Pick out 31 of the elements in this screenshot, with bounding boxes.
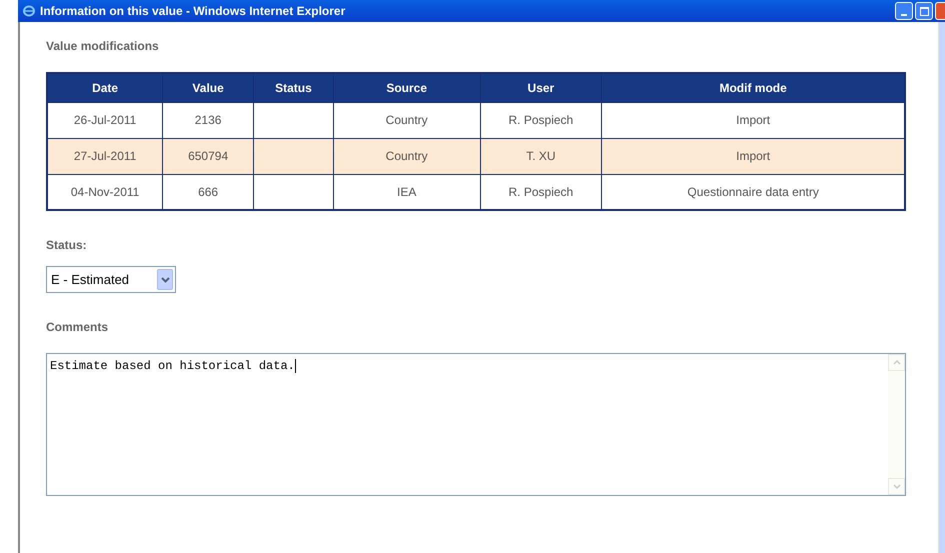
caret-icon [157,269,173,290]
table-row[interactable]: 04-Nov-2011 666 IEA R. Pospiech Questionnaire data entry [47,174,905,210]
table-cell: 27-Jul-2011 [47,138,163,174]
comments-label: Comments [46,319,110,336]
table-cell: T. XU [480,138,602,174]
window-title: Information on this value - Windows Internet Explorer [40,3,346,20]
table-cell: R. Pospiech [480,102,602,138]
column-header: Modif mode [602,73,905,102]
status-dropdown[interactable]: E - Estimated [46,266,176,293]
section-title: Value modifications [46,38,160,55]
column-header: Date [47,73,163,102]
minimize-button[interactable] [895,2,913,20]
column-header: Value [162,73,254,102]
column-header: Status [254,73,334,102]
scrollbar[interactable] [888,354,905,495]
table-cell: 26-Jul-2011 [47,102,163,138]
table-cell: Country [333,138,480,174]
column-header: Source [333,73,480,102]
scroll-up-icon[interactable] [888,354,905,371]
scroll-down-icon[interactable] [888,478,905,495]
table-cell: Country [333,102,480,138]
table-row[interactable]: 27-Jul-2011 650794 Country T. XU Import [47,138,905,174]
table-row[interactable]: 26-Jul-2011 2136 Country R. Pospiech Import [47,102,905,138]
table-cell: 2136 [162,102,254,138]
comments-field[interactable]: Estimate based on historical data. [46,353,906,496]
maximize-button[interactable] [915,2,933,20]
status-label: Status: [46,237,88,254]
browser-logo-icon [22,4,36,18]
table-cell: 650794 [162,138,254,174]
close-button[interactable] [935,2,945,20]
column-header: User [480,73,602,102]
